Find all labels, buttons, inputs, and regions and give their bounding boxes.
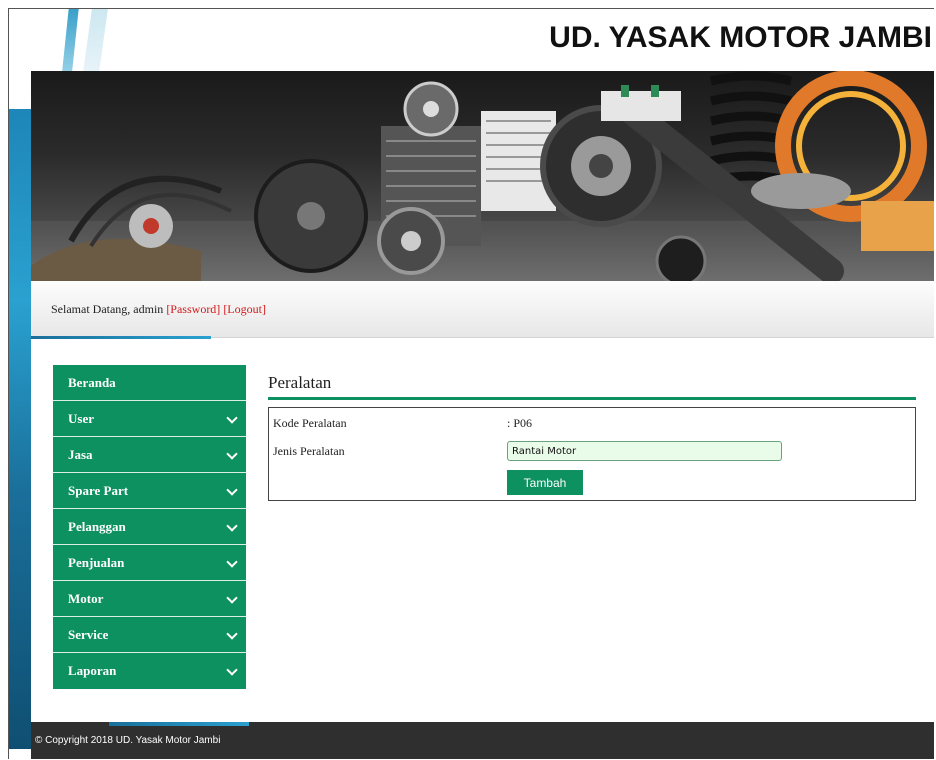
- sidebar-item-label: Motor: [68, 591, 104, 606]
- chevron-down-icon: [226, 520, 238, 532]
- sidebar-item-service[interactable]: Service: [53, 617, 246, 653]
- sidebar-item-spare-part[interactable]: Spare Part: [53, 473, 246, 509]
- sidebar-item-label: User: [68, 411, 94, 426]
- chevron-down-icon: [226, 484, 238, 496]
- sidebar-item-user[interactable]: User: [53, 401, 246, 437]
- footer: © Copyright 2018 UD. Yasak Motor Jambi: [31, 722, 934, 759]
- welcome-message: Selamat Datang, admin [Password] [Logout…: [51, 302, 266, 317]
- sidebar-item-label: Beranda: [68, 375, 116, 390]
- sidebar-item-label: Service: [68, 627, 109, 642]
- page-frame: UD. YASAK MOTOR JAMBI Selamat Datang, ad…: [8, 8, 934, 759]
- title-divider: [268, 397, 916, 400]
- sidebar-item-label: Pelanggan: [68, 519, 126, 534]
- logout-link[interactable]: [Logout]: [223, 302, 266, 316]
- kode-peralatan-value: : P06: [507, 416, 533, 430]
- jenis-peralatan-label: Jenis Peralatan: [273, 444, 345, 458]
- sidebar-item-label: Jasa: [68, 447, 93, 462]
- page: UD. YASAK MOTOR JAMBI Selamat Datang, ad…: [0, 0, 936, 760]
- top-stripe-dark: [61, 9, 79, 79]
- chevron-down-icon: [226, 412, 238, 424]
- chevron-down-icon: [226, 628, 238, 640]
- sidebar-item-jasa[interactable]: Jasa: [53, 437, 246, 473]
- page-title: Peralatan: [268, 373, 332, 392]
- sidebar-menu: Beranda User Jasa Spare Part Pelanggan P…: [53, 365, 246, 689]
- footer-copyright: © Copyright 2018 UD. Yasak Motor Jambi: [35, 735, 221, 746]
- welcome-accent-line: [31, 336, 211, 339]
- site-title: UD. YASAK MOTOR JAMBI: [549, 21, 932, 54]
- welcome-bar: Selamat Datang, admin [Password] [Logout…: [31, 281, 934, 339]
- chevron-down-icon: [226, 448, 238, 460]
- tambah-button[interactable]: Tambah: [507, 470, 583, 495]
- jenis-peralatan-input[interactable]: [507, 441, 782, 461]
- password-link[interactable]: [Password]: [166, 302, 220, 316]
- sidebar-item-laporan[interactable]: Laporan: [53, 653, 246, 689]
- welcome-greeting: Selamat Datang, admin: [51, 302, 167, 316]
- sidebar-item-penjualan[interactable]: Penjualan: [53, 545, 246, 581]
- auto-parts-illustration: [31, 71, 934, 281]
- sidebar-item-beranda[interactable]: Beranda: [53, 365, 246, 401]
- left-stripe: [9, 109, 31, 749]
- sidebar-item-label: Laporan: [68, 663, 117, 678]
- sidebar-item-pelanggan[interactable]: Pelanggan: [53, 509, 246, 545]
- footer-accent-line: [109, 722, 249, 726]
- top-stripe-light: [82, 9, 108, 79]
- peralatan-form: Kode Peralatan : P06 Jenis Peralatan Tam…: [268, 407, 916, 501]
- chevron-down-icon: [226, 664, 238, 676]
- kode-peralatan-label: Kode Peralatan: [273, 416, 347, 430]
- chevron-down-icon: [226, 592, 238, 604]
- sidebar-item-label: Penjualan: [68, 555, 125, 570]
- sidebar-item-motor[interactable]: Motor: [53, 581, 246, 617]
- sidebar-item-label: Spare Part: [68, 483, 129, 498]
- chevron-down-icon: [226, 556, 238, 568]
- header-banner-image: [31, 71, 934, 281]
